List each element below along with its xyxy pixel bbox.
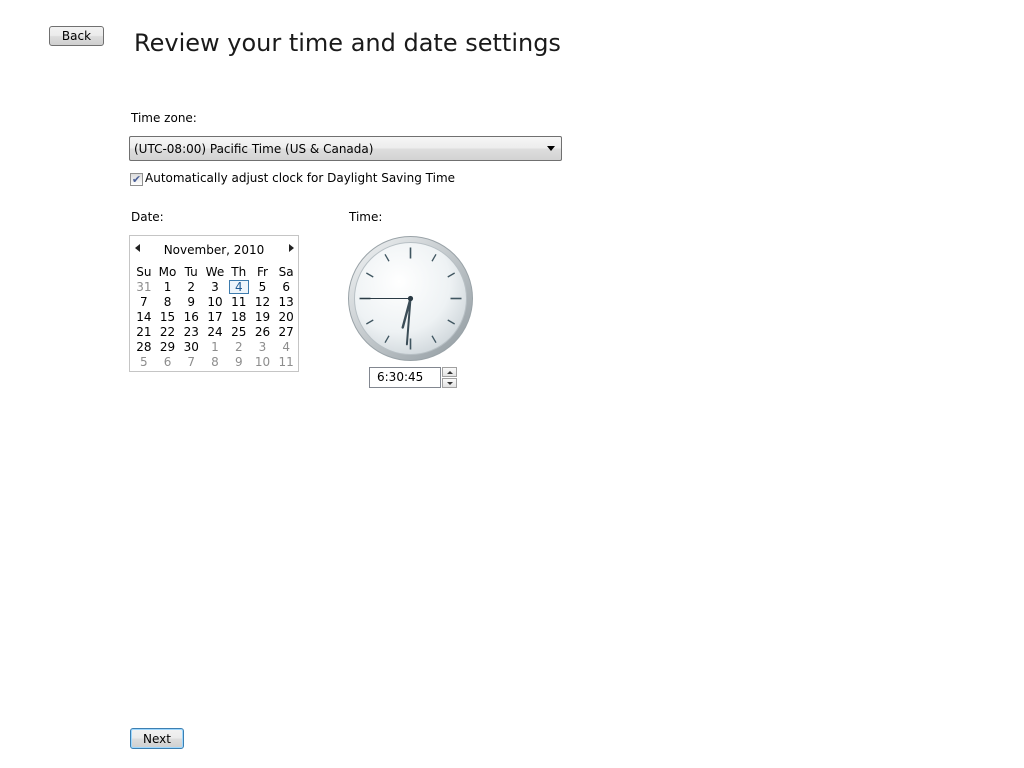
weekday-header: Su <box>136 265 152 279</box>
calendar-day[interactable]: 27 <box>274 325 298 340</box>
calendar-week-row: 7 8 9 10 11 12 13 <box>132 295 298 310</box>
date-label: Date: <box>131 210 164 224</box>
calendar-day[interactable]: 15 <box>156 310 180 325</box>
calendar-day[interactable]: 4 <box>274 340 298 355</box>
timezone-label: Time zone: <box>131 111 197 125</box>
weekday-header: We <box>205 265 225 279</box>
chevron-down-icon <box>547 146 555 151</box>
clock-center <box>407 295 414 302</box>
calendar-day[interactable]: 21 <box>132 325 156 340</box>
calendar-day[interactable]: 6 <box>156 355 180 370</box>
calendar-weekday-row: Su Mo Tu We Th Fr Sa <box>132 265 298 280</box>
time-spinner[interactable] <box>442 367 457 388</box>
spin-up-button[interactable] <box>442 367 457 377</box>
chevron-right-icon[interactable] <box>289 244 294 252</box>
calendar-day[interactable]: 11 <box>274 355 298 370</box>
calendar-day[interactable]: 28 <box>132 340 156 355</box>
time-label: Time: <box>349 210 383 224</box>
calendar-day[interactable]: 19 <box>251 310 275 325</box>
spin-down-button[interactable] <box>442 378 457 388</box>
calendar-month-year[interactable]: November, 2010 <box>130 243 298 257</box>
calendar-day[interactable]: 1 <box>156 280 180 295</box>
weekday-header: Tu <box>184 265 198 279</box>
calendar-day[interactable]: 7 <box>132 295 156 310</box>
dst-label[interactable]: Automatically adjust clock for Daylight … <box>145 171 455 185</box>
calendar-day[interactable]: 8 <box>203 355 227 370</box>
calendar-day[interactable]: 7 <box>179 355 203 370</box>
calendar-day[interactable]: 12 <box>251 295 275 310</box>
calendar-day[interactable]: 31 <box>132 280 156 295</box>
checkmark-icon: ✔ <box>131 173 142 186</box>
calendar-day[interactable]: 23 <box>179 325 203 340</box>
calendar-day[interactable]: 13 <box>274 295 298 310</box>
timezone-selected-value: (UTC-08:00) Pacific Time (US & Canada) <box>134 141 374 156</box>
calendar-day[interactable]: 22 <box>156 325 180 340</box>
arrow-up-icon <box>446 370 453 374</box>
calendar-week-row: 14 15 16 17 18 19 20 <box>132 310 298 325</box>
calendar-week-row: 21 22 23 24 25 26 27 <box>132 325 298 340</box>
calendar-day[interactable]: 29 <box>156 340 180 355</box>
arrow-down-icon <box>446 381 453 385</box>
calendar-week-row: 31 1 2 3 4 5 6 <box>132 280 298 295</box>
calendar-day[interactable]: 10 <box>251 355 275 370</box>
calendar-day[interactable]: 9 <box>227 355 251 370</box>
timezone-dropdown[interactable]: (UTC-08:00) Pacific Time (US & Canada) <box>129 136 562 161</box>
weekday-header: Sa <box>278 265 294 279</box>
calendar-day[interactable]: 3 <box>251 340 275 355</box>
weekday-header: Th <box>231 265 247 279</box>
calendar-day[interactable]: 18 <box>227 310 251 325</box>
weekday-header: Mo <box>158 265 177 279</box>
calendar: November, 2010 Su Mo Tu We Th Fr Sa 31 1 2 3 4 5 6 7 8… <box>129 235 299 372</box>
calendar-day[interactable]: 9 <box>179 295 203 310</box>
calendar-week-row: 5 6 7 8 9 10 11 <box>132 355 298 370</box>
calendar-day[interactable]: 30 <box>179 340 203 355</box>
calendar-day[interactable]: 2 <box>179 280 203 295</box>
weekday-header: Fr <box>257 265 268 279</box>
calendar-day[interactable]: 14 <box>132 310 156 325</box>
calendar-day[interactable]: 26 <box>251 325 275 340</box>
calendar-day[interactable]: 10 <box>203 295 227 310</box>
back-button[interactable]: Back <box>49 26 104 46</box>
calendar-day[interactable]: 1 <box>203 340 227 355</box>
calendar-day[interactable]: 5 <box>251 280 275 295</box>
calendar-grid: Su Mo Tu We Th Fr Sa 31 1 2 3 4 5 6 7 8 9 10 11 12 13 14 15 16… <box>132 265 298 370</box>
dst-checkbox[interactable]: ✔ <box>130 173 143 186</box>
page-title: Review your time and date settings <box>134 29 561 57</box>
calendar-day[interactable]: 4 <box>227 280 251 295</box>
calendar-day[interactable]: 11 <box>227 295 251 310</box>
next-button[interactable]: Next <box>130 728 184 749</box>
calendar-day[interactable]: 2 <box>227 340 251 355</box>
calendar-day[interactable]: 6 <box>274 280 298 295</box>
calendar-day[interactable]: 25 <box>227 325 251 340</box>
calendar-day[interactable]: 20 <box>274 310 298 325</box>
calendar-day[interactable]: 5 <box>132 355 156 370</box>
analog-clock <box>348 236 473 361</box>
calendar-week-row: 28 29 30 1 2 3 4 <box>132 340 298 355</box>
time-input[interactable]: 6:30:45 <box>369 367 441 388</box>
calendar-day[interactable]: 24 <box>203 325 227 340</box>
calendar-day[interactable]: 8 <box>156 295 180 310</box>
calendar-day[interactable]: 16 <box>179 310 203 325</box>
calendar-day[interactable]: 17 <box>203 310 227 325</box>
calendar-day[interactable]: 3 <box>203 280 227 295</box>
